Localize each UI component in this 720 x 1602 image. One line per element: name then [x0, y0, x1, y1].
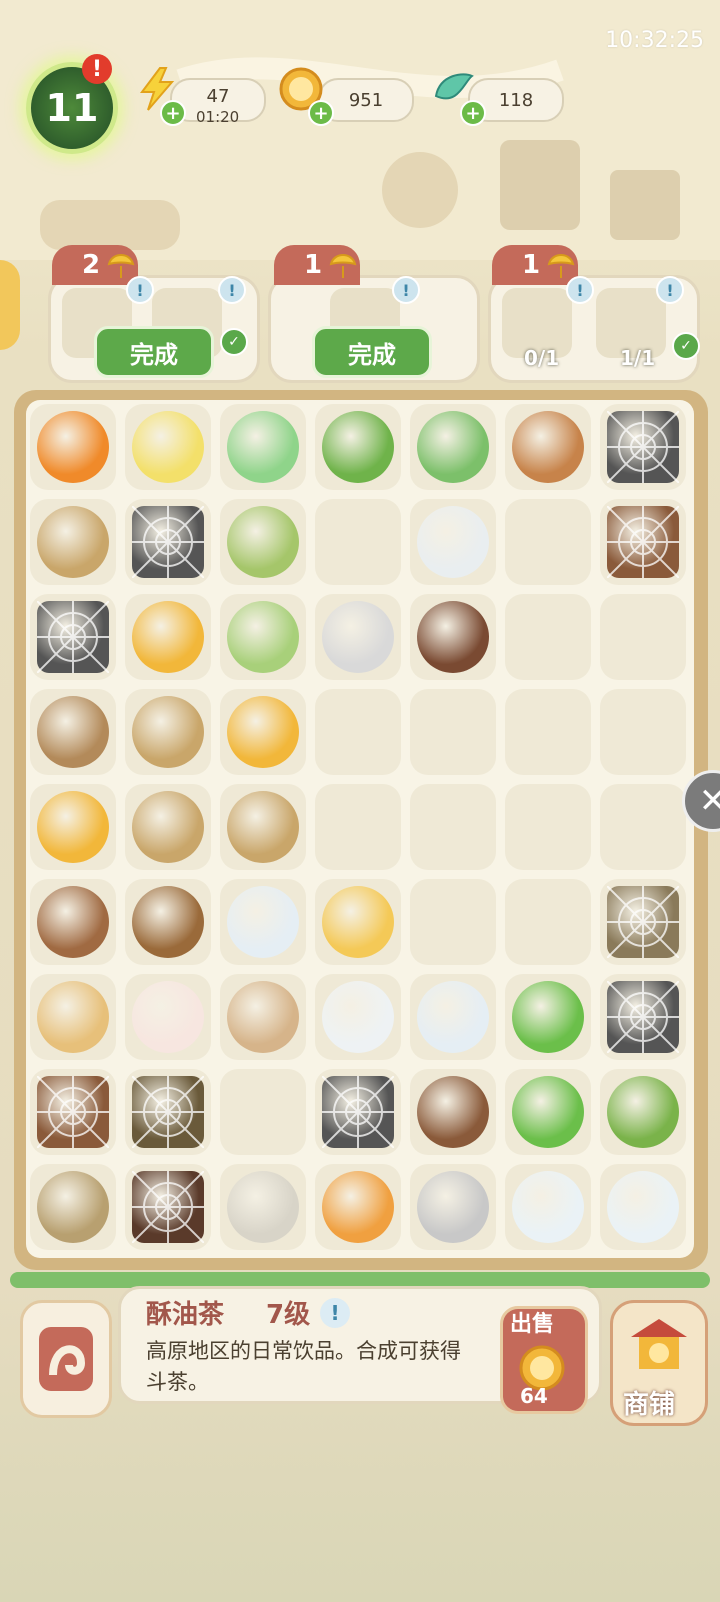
weave-icon[interactable] [132, 696, 204, 768]
energy-card-green-icon[interactable] [227, 411, 299, 483]
cobweb-icon [37, 601, 109, 673]
tea-leaves-icon[interactable] [417, 411, 489, 483]
logs-icon[interactable] [132, 886, 204, 958]
board-cell[interactable] [410, 689, 496, 775]
sell-label: 出售 [510, 1312, 555, 1337]
coin-mix-icon[interactable] [322, 601, 394, 673]
bamboo-icon[interactable] [512, 981, 584, 1053]
ginkgo-leaf-icon [329, 254, 357, 278]
board-cell[interactable] [600, 594, 686, 680]
add-leaves-button[interactable]: + [460, 100, 486, 126]
order-1-item-1-info-icon: ! [126, 276, 154, 304]
tea-cup-icon[interactable] [322, 981, 394, 1053]
side-event-icon[interactable] [0, 260, 20, 350]
cobweb-icon [607, 411, 679, 483]
flute-icon[interactable] [37, 886, 109, 958]
item-level: 7级 [266, 1300, 311, 1330]
gold-coin-icon[interactable] [227, 696, 299, 768]
board-cell[interactable] [505, 784, 591, 870]
item-description: 高原地区的日常饮品。合成可获得斗茶。 [146, 1339, 461, 1394]
check-icon: ✓ [220, 328, 248, 356]
order-2-item-info-icon: ! [392, 276, 420, 304]
bamboo-grove-icon[interactable] [512, 1076, 584, 1148]
stones-icon[interactable] [417, 1171, 489, 1243]
add-energy-button[interactable]: + [160, 100, 186, 126]
lantern-icon [39, 1327, 93, 1391]
board-cell[interactable] [505, 689, 591, 775]
board-cell[interactable] [600, 784, 686, 870]
tree-icon[interactable] [607, 1076, 679, 1148]
bamboo-rack-icon[interactable] [37, 696, 109, 768]
cobweb-icon [132, 1171, 204, 1243]
scrolls-icon[interactable] [37, 981, 109, 1053]
hamster-icon[interactable] [227, 981, 299, 1053]
rattan-ball-icon[interactable] [37, 506, 109, 578]
cobweb-icon [607, 981, 679, 1053]
energy-timer: 01:20 [196, 108, 240, 126]
wrapped-pack-icon[interactable] [227, 1171, 299, 1243]
tea-cup-set-icon[interactable] [322, 886, 394, 958]
weave-icon[interactable] [132, 791, 204, 863]
coin-stack-icon[interactable] [132, 601, 204, 673]
item-info-icon[interactable]: ! [320, 1298, 350, 1328]
board-cell[interactable] [505, 594, 591, 680]
leaf-value: 118 [498, 89, 534, 111]
cobweb-icon [37, 1076, 109, 1148]
item-name: 酥油茶 [146, 1300, 225, 1330]
board-cell[interactable] [315, 499, 401, 585]
ginkgo-leaf-icon [547, 254, 575, 278]
leaf-icon[interactable] [322, 411, 394, 483]
board-cell[interactable] [315, 784, 401, 870]
board-cell[interactable] [410, 784, 496, 870]
energy-card-icon[interactable] [132, 411, 204, 483]
cobweb-icon [132, 506, 204, 578]
order-3-item-2-info-icon: ! [656, 276, 684, 304]
branch-icon[interactable] [417, 1076, 489, 1148]
weave-large-icon[interactable] [227, 791, 299, 863]
campfire-icon[interactable] [37, 411, 109, 483]
shop-label: 商铺 [623, 1390, 676, 1420]
status-time: 10:32:25 [605, 28, 704, 53]
level-alert-icon: ! [82, 54, 112, 84]
tea-bowl-flower-icon[interactable] [417, 981, 489, 1053]
sell-price: 64 [520, 1384, 548, 1408]
order-1-item-2-info-icon: ! [218, 276, 246, 304]
board-cell[interactable] [410, 879, 496, 965]
order-1-complete-button[interactable]: 完成 [94, 326, 214, 378]
check-icon: ✓ [672, 332, 700, 360]
teapot-icon[interactable] [512, 1171, 584, 1243]
order-3-progress-1: 0/1 [524, 346, 560, 370]
add-coins-button[interactable]: + [308, 100, 334, 126]
spoon-icon[interactable] [417, 506, 489, 578]
teapot-large-icon[interactable] [607, 1171, 679, 1243]
cobweb-icon [607, 506, 679, 578]
order-3-progress-2: 1/1 [620, 346, 656, 370]
energy-value: 47 [206, 85, 230, 107]
pavilion-icon[interactable] [512, 411, 584, 483]
ginkgo-leaf-icon [107, 254, 135, 278]
board-cell[interactable] [505, 879, 591, 965]
rabbit-icon[interactable] [132, 981, 204, 1053]
board-cell[interactable] [600, 689, 686, 775]
basket-icon[interactable] [322, 1171, 394, 1243]
shop-icon [631, 1319, 687, 1369]
cobweb-icon [132, 1076, 204, 1148]
bean-icon[interactable] [227, 601, 299, 673]
cobweb-icon [322, 1076, 394, 1148]
cobweb-icon [607, 886, 679, 958]
coin-pile-icon[interactable] [37, 791, 109, 863]
board-cell[interactable] [220, 1069, 306, 1155]
order-2-complete-button[interactable]: 完成 [312, 326, 432, 378]
coin-value: 951 [348, 89, 384, 111]
bundle-icon[interactable] [37, 1171, 109, 1243]
lantern-tool-button[interactable] [20, 1300, 112, 1418]
order-3-item-1-info-icon: ! [566, 276, 594, 304]
sprout-icon[interactable] [227, 506, 299, 578]
board-cell[interactable] [315, 689, 401, 775]
tea-jar-icon[interactable] [417, 601, 489, 673]
board-cell[interactable] [505, 499, 591, 585]
merge-board [26, 400, 694, 1258]
tea-bowl-icon[interactable] [227, 886, 299, 958]
